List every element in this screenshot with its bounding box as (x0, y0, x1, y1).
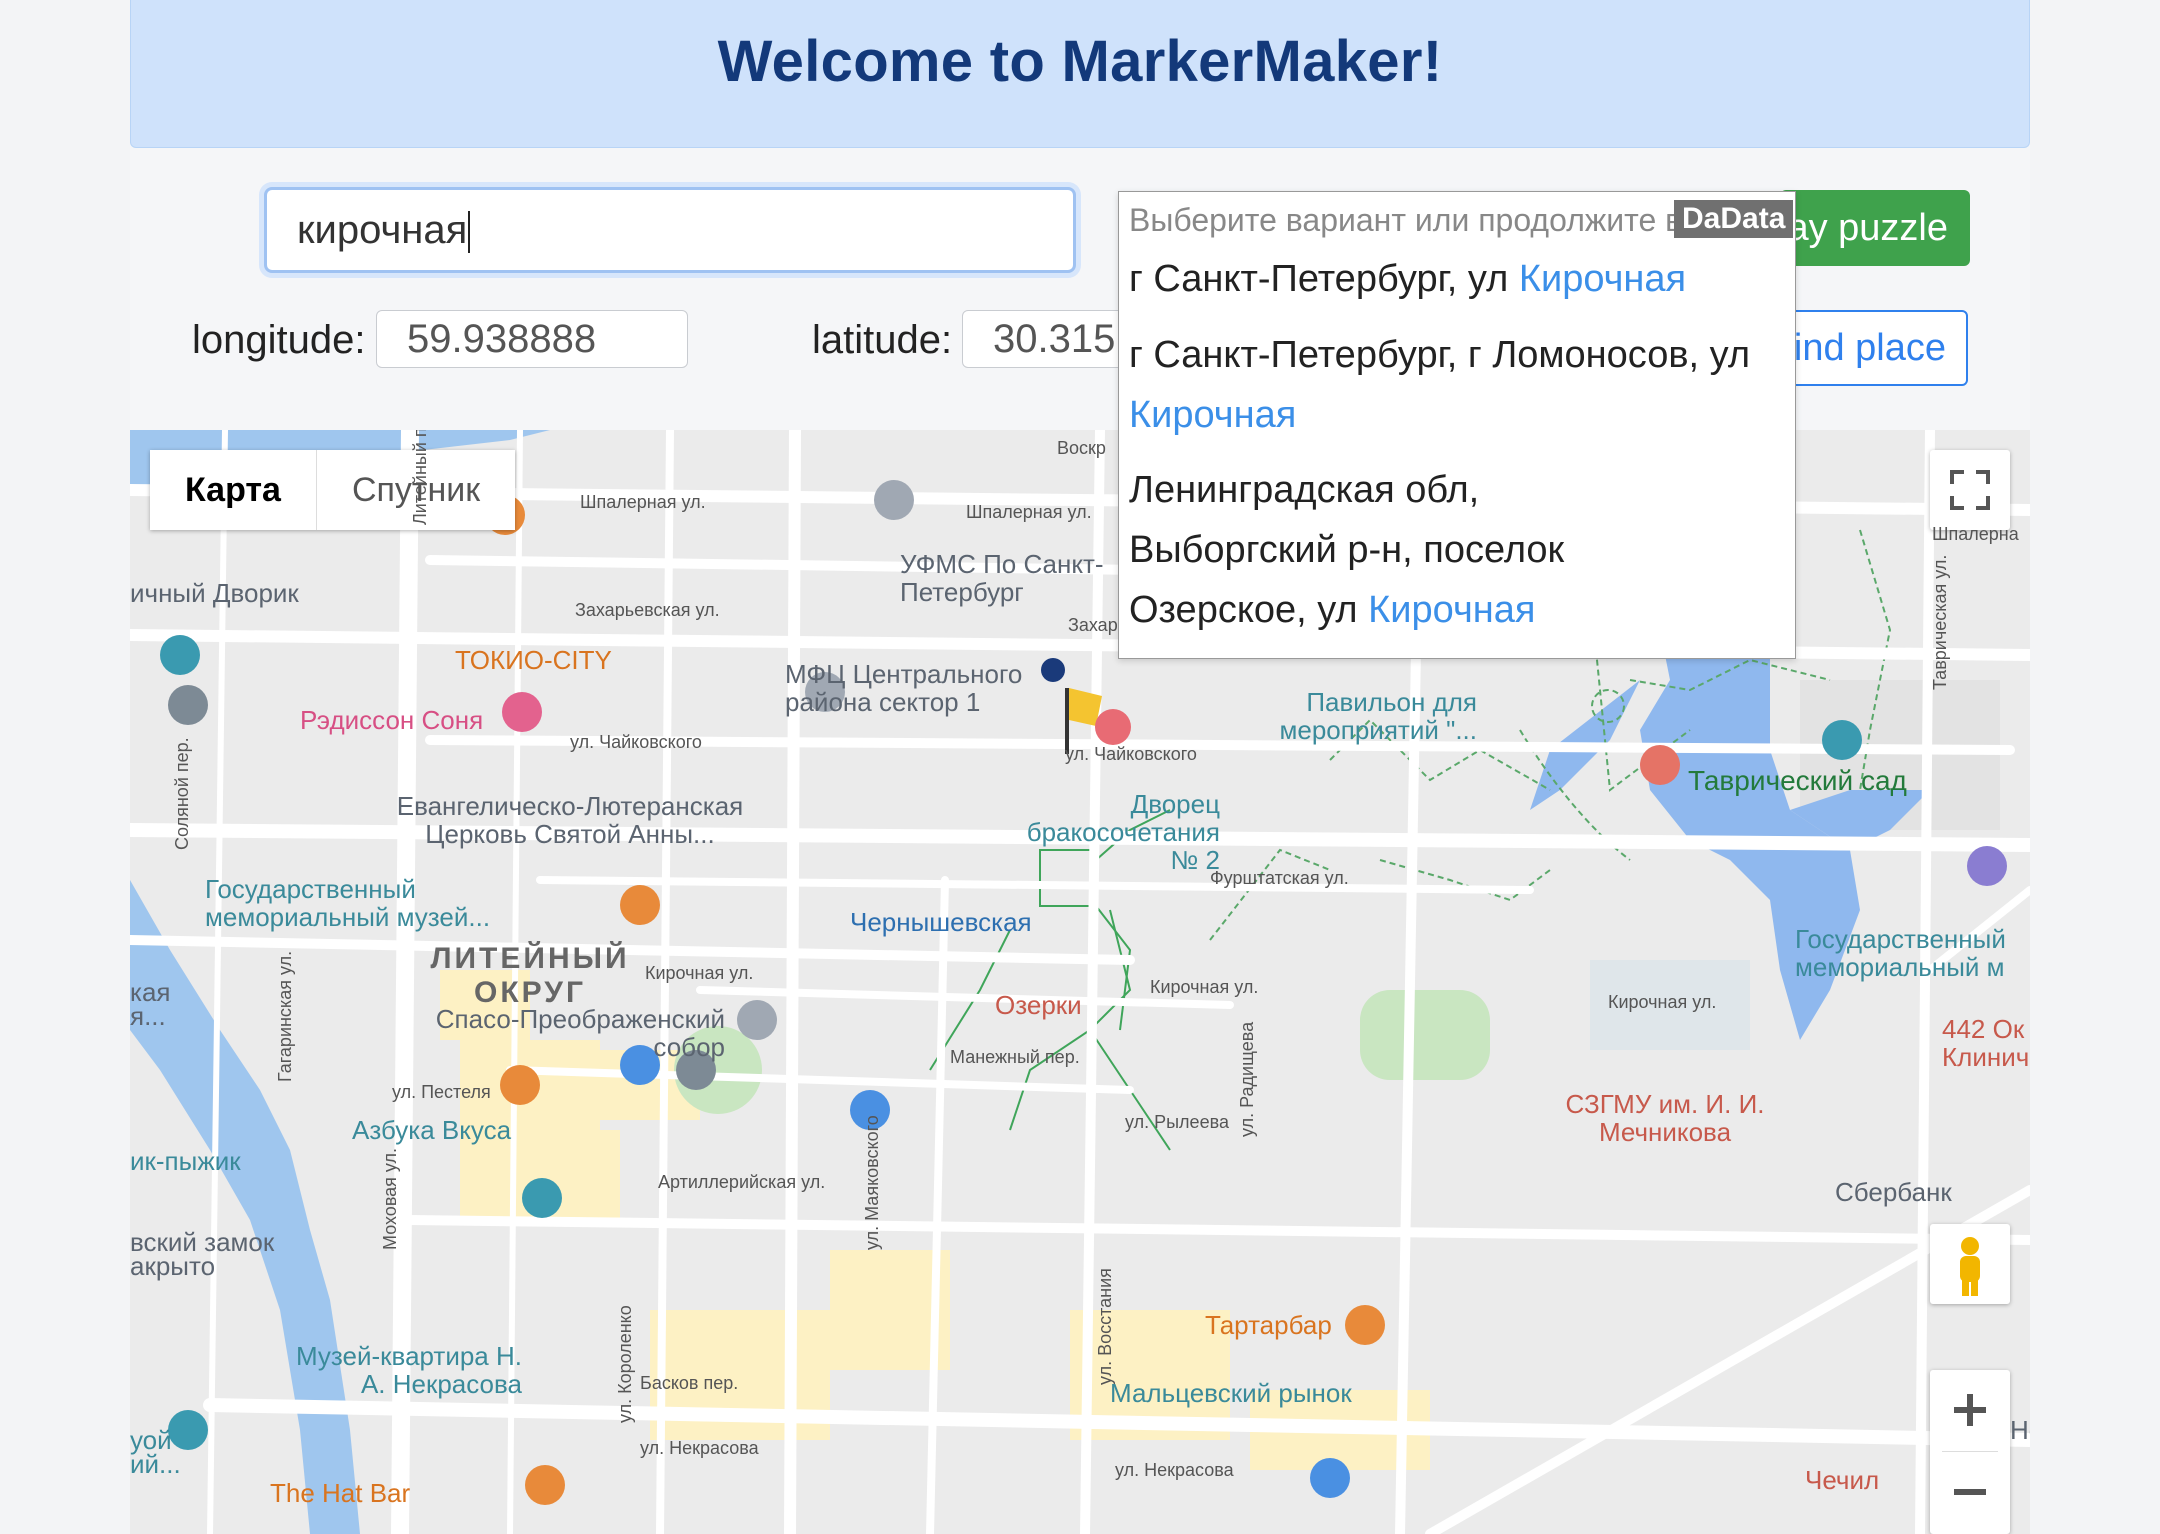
suggestion-prefix: г Санкт-Петербург, г Ломоносов, ул (1129, 334, 1750, 376)
district-label: ЛИТЕЙНЫЙ ОКРУГ (430, 942, 630, 1009)
poi-label: Чечил (1805, 1465, 1880, 1495)
suggestion-item[interactable]: г Санкт-Петербург, ул Кирочная (1129, 249, 1779, 309)
suggestion-item[interactable]: г Санкт-Петербург, г Ломоносов, ул Кироч… (1129, 325, 1779, 445)
poi-label: Сбербанк (1835, 1177, 1952, 1207)
poi-label: ТОКИО-CITY (455, 645, 612, 675)
street-label: ул. Рылеева (1125, 1112, 1229, 1132)
address-input[interactable]: кирочная (264, 187, 1076, 273)
street-label: ул. Маяковского (862, 1115, 882, 1250)
street-label: Захар (1068, 615, 1118, 635)
text-caret (468, 211, 471, 254)
longitude-input[interactable]: 59.938888 (376, 310, 688, 368)
poi-label: Павильон для мероприятий "... (1279, 687, 1477, 745)
street-label: Манежный пер. (950, 1047, 1080, 1067)
pegman-icon (1960, 1237, 1980, 1296)
poi-label: Не (2010, 1415, 2030, 1445)
street-label: Захарьевская ул. (575, 600, 720, 620)
street-label: Гагаринская ул. (275, 950, 295, 1082)
poi-label: Дворец бракосочетания № 2 (1026, 789, 1220, 875)
poi-label: ик-пыжик (130, 1146, 241, 1176)
street-label: Кирочная ул. (1150, 977, 1259, 997)
street-label: ул. Радищева (1237, 1021, 1257, 1137)
map-tab[interactable]: Карта (150, 450, 317, 530)
suggestion-match: Кирочная (1129, 394, 1297, 436)
street-label: Шпалерна (1932, 524, 2019, 544)
poi-label: Государственный мемориальный музей... (205, 874, 491, 932)
street-label: ул. Пестеля (392, 1082, 491, 1102)
poi-label: 442 Ок Клинич (1942, 1014, 2030, 1072)
find-place-button[interactable]: find place (1780, 310, 1968, 386)
poi-label: кая я... (130, 977, 171, 1031)
latitude-label: latitude: (812, 318, 953, 362)
dadata-logo: DaData (1674, 200, 1794, 238)
poi-label: Азбука Вкуса (352, 1115, 512, 1145)
street-label: Таврическая ул. (1930, 554, 1950, 690)
street-label: Шпалерная ул. (580, 492, 706, 512)
suggestion-prefix: г Санкт-Петербург, ул (1129, 258, 1519, 300)
street-label: Шпалерная ул. (966, 502, 1092, 522)
poi-label: вский замок акрыто (130, 1227, 275, 1281)
fullscreen-button[interactable] (1930, 450, 2010, 530)
street-label: Соляной пер. (172, 737, 192, 850)
map-type-control: Карта Спутник (150, 450, 516, 530)
page-title: Welcome to MarkerMaker! (717, 29, 1443, 94)
play-puzzle-button[interactable]: ay puzzle (1780, 190, 1970, 266)
street-label: ул. Восстания (1095, 1268, 1115, 1385)
poi-label: Евангелическо-Лютеранская Церковь Святой… (396, 791, 744, 849)
plus-icon (1954, 1394, 1986, 1426)
fullscreen-icon (1950, 470, 1990, 510)
poi-label: уой ий... (130, 1425, 181, 1479)
poi-label: Таврический сад (1688, 765, 1907, 796)
street-label: ул. Некрасова (640, 1438, 759, 1458)
poi-label: Тартарбар (1205, 1310, 1332, 1340)
suggestions-hint: Выберите вариант или продолжите ввод (1129, 202, 1735, 238)
poi-label: Мальцевский рынок (1110, 1378, 1352, 1408)
street-label: ул. Некрасова (1115, 1460, 1234, 1480)
street-label: Воскр (1057, 438, 1106, 458)
zoom-in-button[interactable] (1930, 1370, 2010, 1450)
poi-label: Музей-квартира Н. А. Некрасова (295, 1341, 522, 1399)
poi-label: Озерки (995, 990, 1082, 1020)
suggestion-match: Кирочная (1518, 258, 1687, 300)
poi-label: Рэдиссон Соня (300, 705, 484, 735)
street-label: Моховая ул. (380, 1147, 400, 1250)
metro-label: Чернышевская (850, 907, 1032, 937)
street-label: Кирочная ул. (645, 963, 754, 983)
street-label: Фурштатская ул. (1210, 868, 1349, 888)
minus-icon (1954, 1489, 1986, 1495)
zoom-control (1930, 1370, 2010, 1534)
street-label: ул. Чайковского (1065, 744, 1197, 764)
street-label: Кирочная ул. (1608, 992, 1717, 1012)
longitude-label: longitude: (192, 318, 366, 362)
address-input-value: кирочная (297, 208, 468, 252)
poi-label: ичный Дворик (130, 578, 299, 608)
poi-label: МФЦ Центрального района сектор 1 (785, 659, 1023, 717)
welcome-banner: Welcome to MarkerMaker! (130, 0, 2030, 148)
street-view-button[interactable] (1930, 1224, 2010, 1304)
street-label: Литейный пр. (410, 430, 430, 525)
street-label: Артиллерийская ул. (658, 1172, 826, 1192)
street-label: Басков пер. (640, 1373, 739, 1393)
street-label: ул. Чайковского (570, 732, 702, 752)
poi-label: The Hat Bar (270, 1478, 411, 1508)
suggestion-item[interactable]: Ленинградская обл, Выборгский р-н, посел… (1129, 460, 1579, 640)
poi-label: СЗГМУ им. И. И. Мечникова (1565, 1089, 1765, 1147)
zoom-out-button[interactable] (1930, 1452, 2010, 1532)
street-label: ул. Короленко (615, 1305, 635, 1423)
suggestions-dropdown: Выберите вариант или продолжите ввод DaD… (1118, 191, 1796, 659)
poi-label: Спасо-Преображенский собор (435, 1004, 725, 1062)
suggestion-match: Кирочная (1368, 589, 1536, 631)
poi-label: УФМС По Санкт-Петербург (900, 549, 1104, 607)
poi-label: Государственный мемориальный м (1795, 924, 2006, 982)
